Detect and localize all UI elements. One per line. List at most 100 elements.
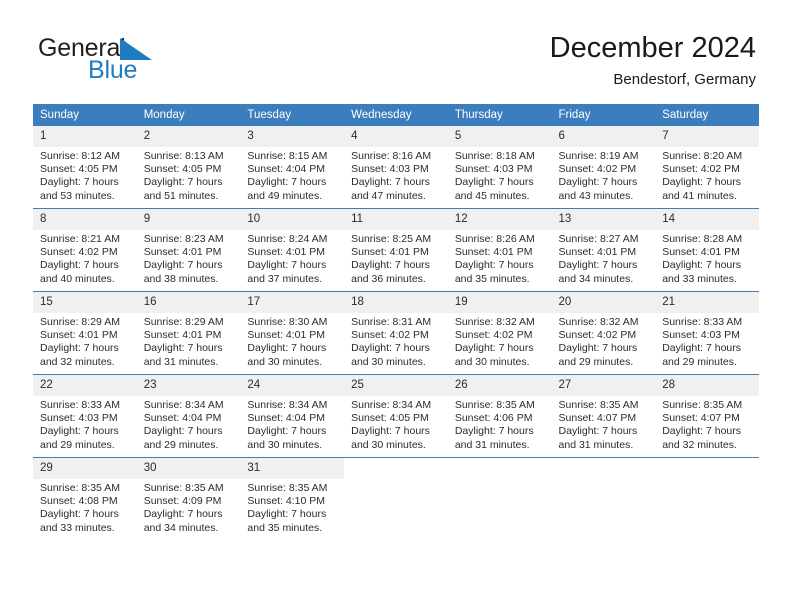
daylight-text-line2: and 34 minutes.: [143, 521, 219, 534]
calendar-day-cell[interactable]: 15 Sunrise: 8:29 AM Sunset: 4:01 PM Dayligh…: [33, 291, 137, 375]
day-details: Sunrise: 8:32 AM Sunset: 4:02 PM Daylight:…: [552, 313, 656, 369]
calendar-day-cell[interactable]: 29 Sunrise: 8:35 AM Sunset: 4:08 PM Dayligh…: [33, 457, 137, 540]
calendar-day-cell[interactable]: 6 Sunrise: 8:19 AM Sunset: 4:02 PM Daylight…: [551, 126, 656, 209]
day-number: 30: [136, 458, 241, 479]
calendar-day-cell[interactable]: 8 Sunrise: 8:21 AM Sunset: 4:02 PM Daylight…: [33, 208, 137, 292]
calendar-day-cell[interactable]: 18 Sunrise: 8:31 AM Sunset: 4:02 PM Dayligh…: [344, 291, 448, 375]
calendar-day-cell[interactable]: 21 Sunrise: 8:33 AM Sunset: 4:03 PM Dayligh…: [655, 291, 759, 375]
day-number: 29: [33, 458, 137, 479]
day-number: 12: [447, 209, 552, 230]
calendar-day-cell[interactable]: 23 Sunrise: 8:34 AM Sunset: 4:04 PM Dayligh…: [136, 374, 241, 458]
daylight-text-line1: Daylight: 7 hours: [351, 342, 430, 355]
sunset-text: Sunset: 4:01 PM: [40, 329, 118, 342]
daylight-text-line2: and 36 minutes.: [351, 272, 426, 285]
calendar-day-cell[interactable]: 25 Sunrise: 8:34 AM Sunset: 4:05 PM Dayligh…: [344, 374, 448, 458]
daylight-text-line1: Daylight: 7 hours: [143, 259, 223, 272]
day-details: Sunrise: 8:18 AM Sunset: 4:03 PM Daylight:…: [448, 147, 552, 203]
sunrise-text: Sunrise: 8:20 AM: [662, 150, 743, 162]
day-number: 5: [447, 126, 552, 147]
calendar-day-cell[interactable]: 10 Sunrise: 8:24 AM Sunset: 4:01 PM Dayligh…: [240, 208, 345, 292]
day-number: 20: [551, 292, 656, 313]
daylight-text-line1: Daylight: 7 hours: [558, 342, 638, 355]
daylight-text-line2: and 41 minutes.: [662, 189, 737, 202]
calendar-day-cell[interactable]: 22 Sunrise: 8:33 AM Sunset: 4:03 PM Dayligh…: [33, 374, 137, 458]
sunset-text: Sunset: 4:04 PM: [143, 412, 222, 425]
daylight-text-line2: and 35 minutes.: [454, 272, 530, 285]
sunrise-text: Sunrise: 8:12 AM: [40, 150, 120, 162]
day-details: Sunrise: 8:31 AM Sunset: 4:02 PM Daylight:…: [344, 313, 448, 369]
calendar-day-cell[interactable]: 20 Sunrise: 8:32 AM Sunset: 4:02 PM Dayligh…: [551, 291, 656, 375]
day-details: Sunrise: 8:25 AM Sunset: 4:01 PM Daylight:…: [344, 230, 448, 286]
calendar-day-cell[interactable]: 11 Sunrise: 8:25 AM Sunset: 4:01 PM Dayligh…: [344, 208, 448, 292]
calendar-day-cell[interactable]: 1 Sunrise: 8:12 AM Sunset: 4:05 PM Daylight…: [33, 126, 137, 209]
calendar-day-cell[interactable]: 5 Sunrise: 8:18 AM Sunset: 4:03 PM Daylight…: [447, 126, 552, 209]
day-number: 26: [447, 375, 552, 396]
sunrise-text: Sunrise: 8:35 AM: [662, 399, 743, 411]
calendar-week-row: 29 Sunrise: 8:35 AM Sunset: 4:08 PM Dayligh…: [33, 457, 759, 540]
daylight-text-line2: and 49 minutes.: [247, 189, 323, 202]
daylight-text-line2: and 47 minutes.: [351, 189, 426, 202]
sunrise-text: Sunrise: 8:34 AM: [351, 399, 432, 411]
weekday-header-saturday: Saturday: [655, 104, 759, 126]
day-number: 19: [447, 292, 552, 313]
sunrise-text: Sunrise: 8:21 AM: [40, 233, 120, 245]
daylight-text-line2: and 29 minutes.: [558, 355, 634, 368]
weekday-header-tuesday: Tuesday: [240, 104, 345, 126]
calendar-day-cell[interactable]: 19 Sunrise: 8:32 AM Sunset: 4:02 PM Dayligh…: [447, 291, 552, 375]
daylight-text-line1: Daylight: 7 hours: [454, 259, 534, 272]
calendar-day-cell[interactable]: 24 Sunrise: 8:34 AM Sunset: 4:04 PM Dayligh…: [240, 374, 345, 458]
daylight-text-line2: and 53 minutes.: [40, 189, 115, 202]
daylight-text-line1: Daylight: 7 hours: [662, 342, 742, 355]
daylight-text-line2: and 31 minutes.: [454, 438, 530, 451]
daylight-text-line2: and 45 minutes.: [454, 189, 530, 202]
calendar-day-cell[interactable]: 14 Sunrise: 8:28 AM Sunset: 4:01 PM Dayligh…: [655, 208, 759, 292]
calendar-day-cell[interactable]: 12 Sunrise: 8:26 AM Sunset: 4:01 PM Dayligh…: [447, 208, 552, 292]
daylight-text-line1: Daylight: 7 hours: [247, 342, 327, 355]
sunrise-text: Sunrise: 8:34 AM: [247, 399, 328, 411]
day-number: 1: [33, 126, 137, 147]
sunset-text: Sunset: 4:03 PM: [351, 163, 429, 176]
day-details: Sunrise: 8:35 AM Sunset: 4:09 PM Daylight:…: [137, 479, 241, 535]
calendar-day-cell[interactable]: 26 Sunrise: 8:35 AM Sunset: 4:06 PM Dayligh…: [447, 374, 552, 458]
sunrise-text: Sunrise: 8:27 AM: [558, 233, 639, 245]
day-details: Sunrise: 8:27 AM Sunset: 4:01 PM Daylight:…: [552, 230, 656, 286]
daylight-text-line2: and 30 minutes.: [351, 355, 426, 368]
calendar-day-cell[interactable]: 27 Sunrise: 8:35 AM Sunset: 4:07 PM Dayligh…: [551, 374, 656, 458]
weekday-header-monday: Monday: [136, 104, 241, 126]
calendar-day-cell[interactable]: 31 Sunrise: 8:35 AM Sunset: 4:10 PM Dayligh…: [240, 457, 345, 540]
day-details: Sunrise: 8:16 AM Sunset: 4:03 PM Daylight:…: [344, 147, 448, 203]
day-details: Sunrise: 8:33 AM Sunset: 4:03 PM Daylight:…: [655, 313, 759, 369]
day-number: 25: [344, 375, 448, 396]
sunset-text: Sunset: 4:07 PM: [662, 412, 740, 425]
calendar-day-cell[interactable]: 13 Sunrise: 8:27 AM Sunset: 4:01 PM Dayligh…: [551, 208, 656, 292]
weekday-header-friday: Friday: [551, 104, 656, 126]
day-number: 11: [344, 209, 448, 230]
day-number: 18: [344, 292, 448, 313]
daylight-text-line1: Daylight: 7 hours: [351, 176, 430, 189]
sunrise-text: Sunrise: 8:26 AM: [454, 233, 535, 245]
sunset-text: Sunset: 4:01 PM: [247, 246, 326, 259]
calendar-day-cell[interactable]: 17 Sunrise: 8:30 AM Sunset: 4:01 PM Dayligh…: [240, 291, 345, 375]
day-details: Sunrise: 8:35 AM Sunset: 4:06 PM Daylight:…: [448, 396, 552, 452]
sunrise-text: Sunrise: 8:18 AM: [454, 150, 535, 162]
sunrise-text: Sunrise: 8:29 AM: [40, 316, 120, 328]
day-number: 9: [136, 209, 241, 230]
day-number: 14: [655, 209, 759, 230]
day-number: [655, 458, 759, 479]
calendar-table: Sunday Monday Tuesday Wednesday Thursday…: [33, 104, 759, 540]
sunrise-text: Sunrise: 8:35 AM: [454, 399, 535, 411]
calendar-day-cell[interactable]: 7 Sunrise: 8:20 AM Sunset: 4:02 PM Daylight…: [655, 126, 759, 209]
weekday-header-thursday: Thursday: [447, 104, 552, 126]
calendar-day-cell[interactable]: 30 Sunrise: 8:35 AM Sunset: 4:09 PM Dayligh…: [136, 457, 241, 540]
daylight-text-line1: Daylight: 7 hours: [40, 342, 119, 355]
calendar-day-cell[interactable]: 2 Sunrise: 8:13 AM Sunset: 4:05 PM Daylight…: [136, 126, 241, 209]
daylight-text-line1: Daylight: 7 hours: [143, 508, 223, 521]
calendar-day-cell[interactable]: 4 Sunrise: 8:16 AM Sunset: 4:03 PM Daylight…: [344, 126, 448, 209]
calendar-day-cell[interactable]: 9 Sunrise: 8:23 AM Sunset: 4:01 PM Daylight…: [136, 208, 241, 292]
daylight-text-line2: and 29 minutes.: [40, 438, 115, 451]
calendar-day-cell[interactable]: 16 Sunrise: 8:29 AM Sunset: 4:01 PM Dayligh…: [136, 291, 241, 375]
day-number: 16: [136, 292, 241, 313]
calendar-day-cell[interactable]: 3 Sunrise: 8:15 AM Sunset: 4:04 PM Daylight…: [240, 126, 345, 209]
sunrise-text: Sunrise: 8:25 AM: [351, 233, 432, 245]
calendar-day-cell[interactable]: 28 Sunrise: 8:35 AM Sunset: 4:07 PM Dayligh…: [655, 374, 759, 458]
